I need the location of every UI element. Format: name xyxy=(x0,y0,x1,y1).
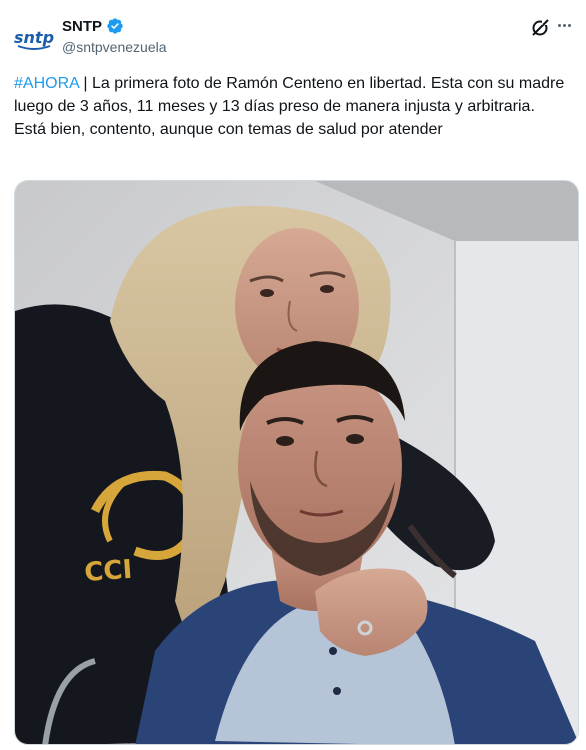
tweet-photo[interactable]: CCI xyxy=(14,180,579,745)
avatar[interactable]: sntp xyxy=(14,16,54,56)
tweet-text-line1: | La primera foto de Ramón Centeno en li… xyxy=(14,75,565,115)
grok-icon[interactable] xyxy=(530,18,550,38)
account-names: SNTP @sntpvenezuela xyxy=(62,16,167,56)
svg-text:sntp: sntp xyxy=(14,28,54,47)
photo-illustration: CCI xyxy=(15,181,578,744)
tweet-text-line2: Está bien, contento, aunque con temas de… xyxy=(14,121,443,138)
tweet-text: #AHORA | La primera foto de Ramón Centen… xyxy=(14,72,566,141)
handle[interactable]: @sntpvenezuela xyxy=(62,39,167,55)
tweet-header: sntp SNTP @sntpvenezuela xyxy=(14,12,572,62)
svg-text:CCI: CCI xyxy=(83,555,133,588)
tweet-card: sntp SNTP @sntpvenezuela #AHORA | La pri… xyxy=(0,0,586,750)
sntp-logo: sntp xyxy=(14,28,54,50)
hashtag-link[interactable]: #AHORA xyxy=(14,75,79,92)
verified-badge-icon xyxy=(106,17,124,35)
more-icon[interactable] xyxy=(558,24,572,28)
display-name[interactable]: SNTP xyxy=(62,18,102,35)
